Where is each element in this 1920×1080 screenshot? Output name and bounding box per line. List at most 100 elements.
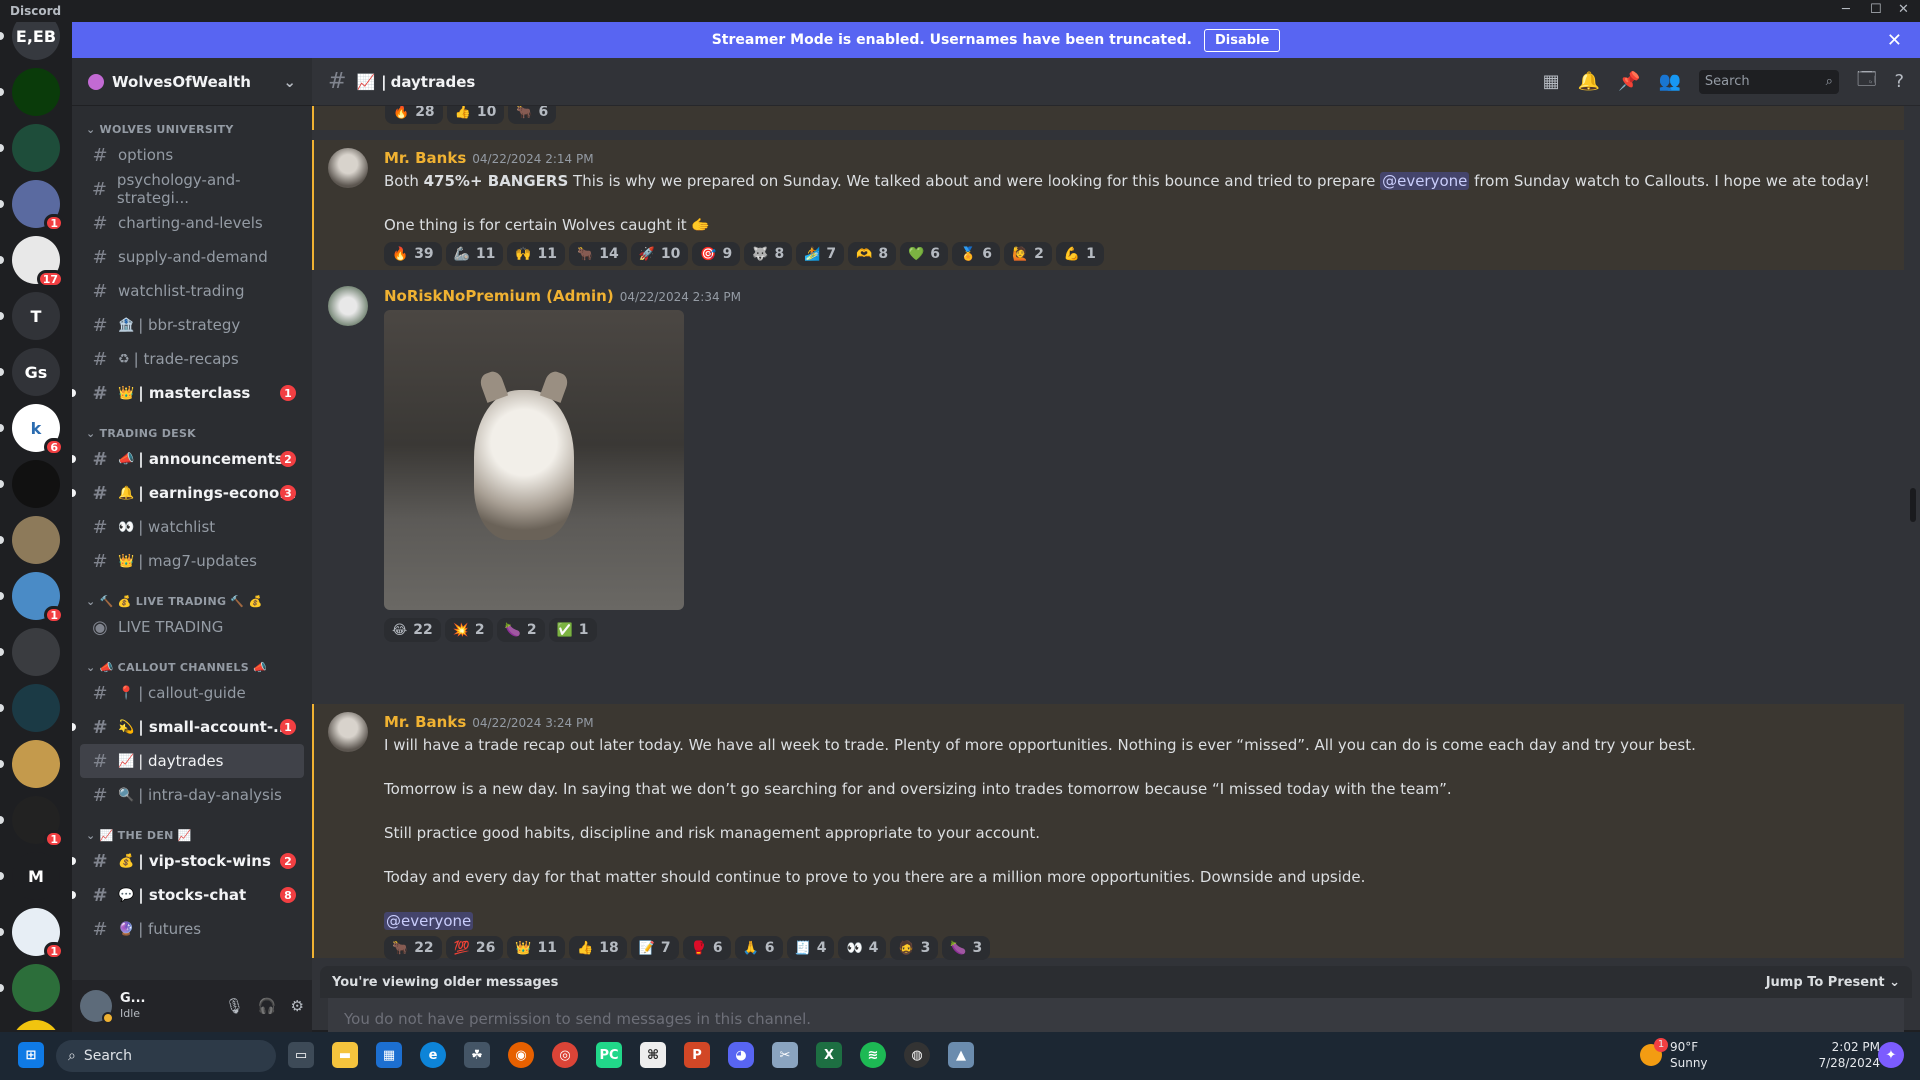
channel-item[interactable]: # 💬 | stocks-chat 8 [72,878,304,912]
store-icon[interactable]: ▦ [376,1042,402,1068]
windows-start-icon[interactable]: ⊞ [18,1042,44,1068]
server-header[interactable]: WolvesOfWealth ⌄ [72,58,312,106]
reaction-button[interactable]: 🙏 6 [734,936,783,960]
copilot-icon[interactable]: ✦ [1878,1042,1904,1068]
reaction-button[interactable]: 🫶 8 [848,242,897,266]
headphones-icon[interactable]: 🎧 [258,997,277,1015]
reaction-button[interactable]: 🔥 39 [384,242,442,266]
server-icon[interactable]: 1 [12,572,64,624]
channel-item[interactable]: # 📍 | callout-guide [80,676,304,710]
reaction-button[interactable]: 👀 4 [838,936,887,960]
author-name[interactable]: Mr. Banks [384,149,466,167]
reaction-button[interactable]: 🥊 6 [682,936,731,960]
channel-item[interactable]: # ♻ | trade-recaps [80,342,304,376]
obs-icon[interactable]: ◍ [904,1042,930,1068]
app-icon[interactable]: ☘ [464,1042,490,1068]
channel-item[interactable]: # 👑 | mag7-updates [80,544,304,578]
reaction-button[interactable]: 💚 6 [900,242,949,266]
chrome-icon[interactable]: ◎ [552,1042,578,1068]
reaction-button[interactable]: ✅ 1 [548,618,597,642]
channel-item[interactable]: # watchlist-trading [80,274,304,308]
reaction-button[interactable]: 🐂 6 [508,106,557,124]
reaction-button[interactable]: 💥 2 [444,618,493,642]
reaction-button[interactable]: 🍆 3 [942,936,991,960]
reaction-button[interactable]: 🎯 9 [692,242,741,266]
everyone-mention[interactable]: @everyone [1380,172,1470,190]
gear-icon[interactable]: ⚙ [291,997,304,1015]
clock[interactable]: 2:02 PM 7/28/2024 [1818,1039,1880,1071]
snipping-icon[interactable]: ✂ [772,1042,798,1068]
photos-icon[interactable]: ▲ [948,1042,974,1068]
author-avatar[interactable] [328,148,368,188]
author-name[interactable]: Mr. Banks [384,713,466,731]
scrollbar[interactable] [1910,488,1916,522]
channel-item[interactable]: # 🔔 | earnings-econo... 3 [72,476,304,510]
disable-button[interactable]: Disable [1203,28,1281,52]
help-icon[interactable]: ? [1894,71,1904,92]
minimize-icon[interactable]: ─ [1842,2,1850,17]
server-icon[interactable]: Gs [12,348,60,396]
channel-item[interactable]: # 👀 | watchlist [80,510,304,544]
server-icon[interactable]: M [12,852,60,900]
app-icon[interactable]: ⌘ [640,1042,666,1068]
server-icon[interactable]: 1 [12,796,64,848]
task-view-icon[interactable]: ▭ [288,1042,314,1068]
reaction-button[interactable]: 🐂 22 [384,936,442,960]
reaction-button[interactable]: 🔥 28 [385,106,443,124]
server-icon[interactable] [12,740,60,788]
bell-icon[interactable]: 🔔 [1578,71,1600,92]
reaction-button[interactable]: 👍 10 [446,106,505,124]
server-icon[interactable] [12,1020,60,1030]
channel-item[interactable]: # supply-and-demand [80,240,304,274]
server-icon[interactable]: k6 [12,404,64,456]
channel-item[interactable]: # 💰 | vip-stock-wins 2 [72,844,304,878]
spotify-icon[interactable]: ≋ [860,1042,886,1068]
pycharm-icon[interactable]: PC [596,1042,622,1068]
members-icon[interactable]: 👥 [1659,71,1681,92]
author-avatar[interactable] [328,712,368,752]
reaction-button[interactable]: 🧾 4 [786,936,835,960]
edge-icon[interactable]: e [420,1042,446,1068]
server-icon[interactable]: T [12,292,60,340]
channel-item[interactable]: # 💫 | small-account-... 1 [72,710,304,744]
reaction-button[interactable]: 🙌 11 [507,242,566,266]
category-header[interactable]: ⌄ 📈 THE DEN 📈 [72,826,312,844]
reaction-button[interactable]: 👑 11 [507,936,566,960]
everyone-mention[interactable]: @everyone [384,912,474,930]
voice-channel[interactable]: ◉ LIVE TRADING [80,610,304,644]
reaction-button[interactable]: 📝 7 [630,936,679,960]
microphone-icon[interactable]: 🎙 [225,997,244,1015]
file-explorer-icon[interactable]: ▬ [332,1042,358,1068]
pin-icon[interactable]: 📌 [1618,71,1640,92]
author-avatar[interactable] [328,286,368,326]
channel-item[interactable]: # 🔍 | intra-day-analysis [80,778,304,812]
firefox-icon[interactable]: ◉ [508,1042,534,1068]
threads-icon[interactable]: ▦ [1543,71,1560,92]
powerpoint-icon[interactable]: P [684,1042,710,1068]
author-name[interactable]: NoRiskNoPremium (Admin) [384,287,614,305]
cat-gif-attachment[interactable] [384,310,684,610]
discord-icon[interactable]: ◕ [728,1042,754,1068]
reaction-button[interactable]: 💯 26 [445,936,504,960]
avatar[interactable] [80,990,114,1024]
reaction-button[interactable]: 🧔 3 [890,936,939,960]
server-icon[interactable] [12,516,60,564]
reaction-button[interactable]: 👍 18 [569,936,627,960]
channel-item[interactable]: # 🏦 | bbr-strategy [80,308,304,342]
reaction-button[interactable]: 🐺 8 [744,242,793,266]
server-icon[interactable] [12,124,60,172]
close-icon[interactable]: ✕ [1898,2,1909,17]
channel-item[interactable]: # 🔮 | futures [80,912,304,946]
reaction-button[interactable]: 🍆 2 [496,618,545,642]
server-icon[interactable] [12,460,60,508]
category-header[interactable]: ⌄ WOLVES UNIVERSITY [72,120,312,138]
server-icon[interactable]: 1 [12,180,64,232]
channel-item[interactable]: # 👑 | masterclass 1 [72,376,304,410]
channel-item[interactable]: # 📣 | announcements 2 [72,442,304,476]
weather-widget[interactable]: 1 90°F Sunny [1640,1038,1708,1071]
reaction-button[interactable]: 😂 22 [384,618,441,642]
category-header[interactable]: ⌄ TRADING DESK [72,424,312,442]
server-icon[interactable]: E,EB [12,22,60,60]
maximize-icon[interactable]: ☐ [1870,2,1882,17]
server-icon[interactable]: 1 [12,908,64,960]
